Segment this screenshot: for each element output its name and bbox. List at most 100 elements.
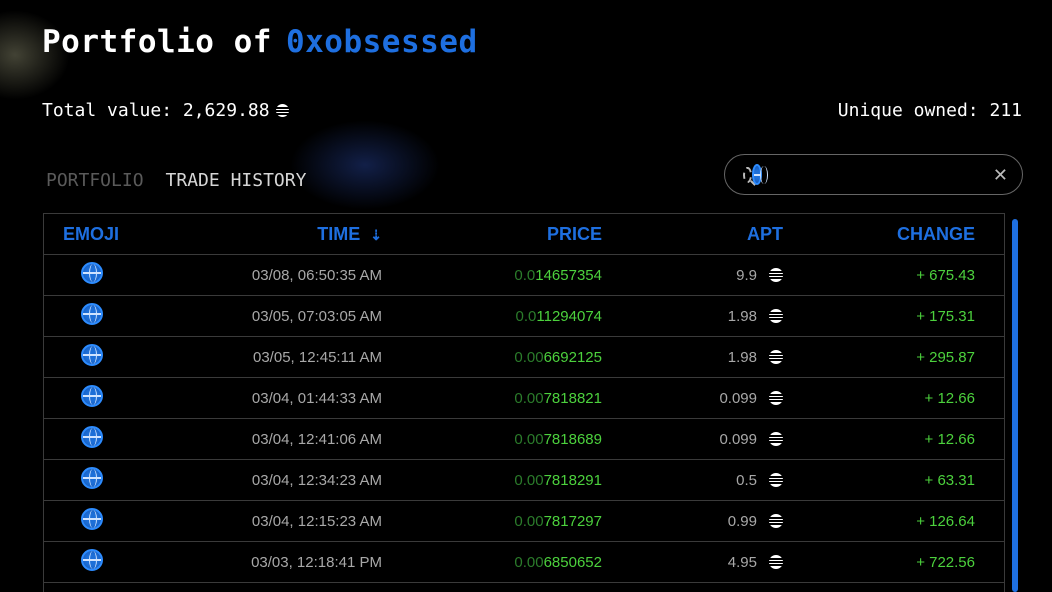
globe-icon [751,164,769,185]
apt-cell: 1.98 [602,308,785,325]
trade-history-table: EMOJI TIME ⇣ PRICE APT CHANGE 03/08, 06:5… [43,213,1005,592]
apt-value: 0.5 [736,471,757,489]
change-cell: + 295.87 [916,348,975,366]
apt-value: 0.099 [719,430,757,448]
price-main: 11294074 [536,307,602,325]
apt-icon [769,350,783,364]
apt-cell: 0.5 [602,472,785,489]
change-cell: + 175.31 [916,307,975,325]
emoji-cell [44,262,139,288]
page-title: Portfolio of 0xobsessed [42,24,478,60]
time-cell: 03/05, 12:45:11 AM [253,348,382,366]
apt-icon [769,432,783,446]
change-cell: + 126.64 [916,512,975,530]
table-row[interactable]: 03/03, 12:18:41 PM 0.006850652 4.95 + 72… [44,542,1004,583]
time-cell: 03/05, 07:03:05 AM [251,307,382,325]
time-cell: 03/08, 06:50:35 AM [251,266,382,284]
tab-portfolio[interactable]: PORTFOLIO [46,170,144,191]
apt-cell: 4.95 [602,554,785,571]
change-cell: + 675.43 [916,266,975,284]
price-cell: 0.007818291 [382,472,602,489]
price-lead: 0.00 [514,430,544,448]
title-prefix: Portfolio of [42,24,272,60]
background-glow [290,120,440,210]
table-row[interactable]: 03/04, 01:44:33 AM 0.007818821 0.099 + 1… [44,378,1004,419]
price-lead: 0.00 [514,389,544,407]
column-time-label: TIME [317,223,361,244]
price-cell: 0.007817297 [382,513,602,530]
price-main: 6692125 [543,348,602,366]
price-cell: 0.006850652 [382,554,602,571]
apt-cell: 1.98 [602,349,785,366]
price-main: 6850652 [543,553,602,571]
price-lead: 0.00 [514,348,544,366]
search-box[interactable]: ✕ [724,154,1023,195]
apt-cell: 0.099 [602,431,785,448]
apt-icon [769,473,783,487]
apt-value: 0.99 [727,512,757,530]
apt-icon [275,104,289,117]
price-cell: 0.007818821 [382,390,602,407]
table-header: EMOJI TIME ⇣ PRICE APT CHANGE [44,214,1004,255]
emoji-cell [44,385,139,411]
table-row[interactable]: 03/04, 12:15:23 AM 0.007817297 0.99 + 12… [44,501,1004,542]
change-cell: + 12.66 [924,389,975,407]
emoji-cell [44,426,139,452]
apt-cell: 0.099 [602,390,785,407]
column-change[interactable]: CHANGE [785,224,975,245]
apt-value: 4.95 [727,553,757,571]
price-cell: 0.007818689 [382,431,602,448]
globe-icon [80,385,103,407]
time-cell: 03/03, 12:18:41 PM [251,553,382,571]
table-row[interactable]: 03/05, 07:03:05 AM 0.011294074 1.98 + 17… [44,296,1004,337]
emoji-cell [44,549,139,575]
emoji-cell [44,344,139,370]
globe-icon [80,549,103,571]
table-row[interactable]: 03/05, 12:45:11 AM 0.006692125 1.98 + 29… [44,337,1004,378]
time-cell: 03/04, 12:15:23 AM [251,512,382,530]
price-main: 7818689 [543,430,602,448]
total-value: Total value: 2,629.88 [42,100,289,121]
tab-trade-history[interactable]: TRADE HISTORY [166,170,307,191]
price-cell: 0.011294074 [382,308,602,325]
apt-value: 1.98 [727,307,757,325]
table-row[interactable]: 03/08, 06:50:35 AM 0.014657354 9.9 + 675… [44,255,1004,296]
apt-icon [769,555,783,569]
emoji-cell [44,303,139,329]
globe-icon [80,508,103,530]
scrollbar[interactable] [1012,219,1018,592]
apt-icon [769,309,783,323]
time-cell: 03/04, 01:44:33 AM [251,389,382,407]
total-value-label: Total value: 2,629.88 [42,100,270,121]
globe-icon [80,303,103,325]
price-main: 7818291 [543,471,602,489]
close-icon[interactable]: ✕ [993,166,1008,184]
change-cell: + 63.31 [924,471,975,489]
globe-icon [80,344,103,366]
apt-value: 9.9 [736,266,757,284]
price-main: 7818821 [543,389,602,407]
table-row[interactable]: 03/04, 12:34:23 AM 0.007818291 0.5 + 63.… [44,460,1004,501]
column-time[interactable]: TIME ⇣ [139,224,382,245]
apt-cell: 9.9 [602,267,785,284]
column-price[interactable]: PRICE [382,224,602,245]
column-emoji[interactable]: EMOJI [44,224,139,245]
apt-cell: 0.99 [602,513,785,530]
price-lead: 0.0 [515,307,537,325]
price-lead: 0.0 [514,266,536,284]
column-apt[interactable]: APT [602,224,785,245]
price-main: 14657354 [535,266,602,284]
price-main: 7817297 [543,512,602,530]
globe-icon [80,426,103,448]
username: 0xobsessed [285,24,478,60]
emoji-cell [44,508,139,534]
apt-value: 0.099 [719,389,757,407]
change-cell: + 12.66 [924,430,975,448]
globe-icon [80,467,103,489]
tab-bar: PORTFOLIO TRADE HISTORY [46,170,306,191]
unique-owned: Unique owned: 211 [837,100,1022,121]
apt-icon [769,268,783,282]
table-row[interactable]: 03/04, 12:41:06 AM 0.007818689 0.099 + 1… [44,419,1004,460]
apt-icon [769,391,783,405]
search-input[interactable] [767,164,993,185]
